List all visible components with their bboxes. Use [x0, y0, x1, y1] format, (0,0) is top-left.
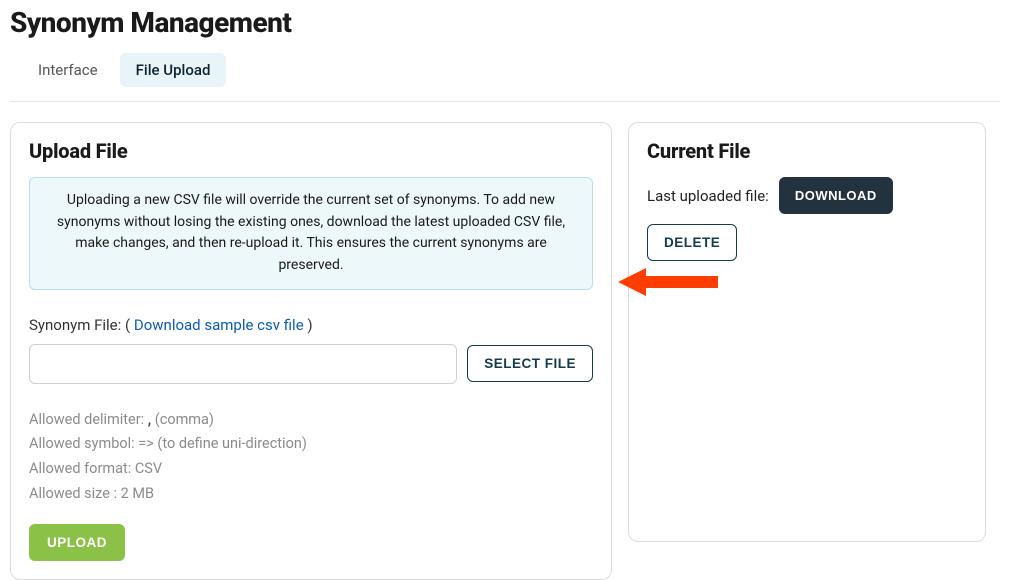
info-box: Uploading a new CSV file will override t…: [29, 177, 593, 290]
arrow-annotation-icon: [618, 262, 728, 302]
download-button[interactable]: DOWNLOAD: [779, 177, 893, 214]
synonym-file-input[interactable]: [29, 344, 457, 384]
tabs: Interface File Upload: [10, 53, 1000, 102]
delete-button[interactable]: DELETE: [647, 224, 737, 261]
current-file-row: Last uploaded file: DOWNLOAD DELETE: [647, 177, 967, 261]
hint-symbol: Allowed symbol: => (to define uni-direct…: [29, 432, 593, 457]
synonym-file-label: Synonym File: ( Download sample csv file…: [29, 316, 593, 334]
hint-delimiter: Allowed delimiter: , (comma): [29, 408, 593, 433]
hint-delimiter-prefix: Allowed delimiter:: [29, 411, 148, 428]
select-file-button[interactable]: SELECT FILE: [467, 345, 593, 382]
synonym-file-label-prefix: Synonym File: (: [29, 316, 134, 334]
current-file-card: Current File Last uploaded file: DOWNLOA…: [628, 122, 986, 542]
upload-hints: Allowed delimiter: , (comma) Allowed sym…: [29, 408, 593, 507]
tab-interface[interactable]: Interface: [22, 53, 114, 87]
last-uploaded-label: Last uploaded file:: [647, 187, 769, 205]
hint-delimiter-suffix: (comma): [151, 411, 214, 428]
content-row: Upload File Uploading a new CSV file wil…: [10, 102, 1000, 580]
hint-format: Allowed format: CSV: [29, 457, 593, 482]
file-input-row: SELECT FILE: [29, 344, 593, 384]
page-title: Synonym Management: [10, 0, 1000, 53]
download-sample-link[interactable]: Download sample csv file: [134, 316, 304, 334]
upload-file-title: Upload File: [29, 139, 593, 163]
current-file-title: Current File: [647, 139, 967, 163]
synonym-file-label-suffix: ): [304, 316, 313, 334]
upload-button[interactable]: UPLOAD: [29, 524, 125, 561]
hint-size: Allowed size : 2 MB: [29, 482, 593, 507]
tab-file-upload[interactable]: File Upload: [120, 53, 227, 87]
upload-file-card: Upload File Uploading a new CSV file wil…: [10, 122, 612, 580]
info-text: Uploading a new CSV file will override t…: [48, 190, 574, 277]
